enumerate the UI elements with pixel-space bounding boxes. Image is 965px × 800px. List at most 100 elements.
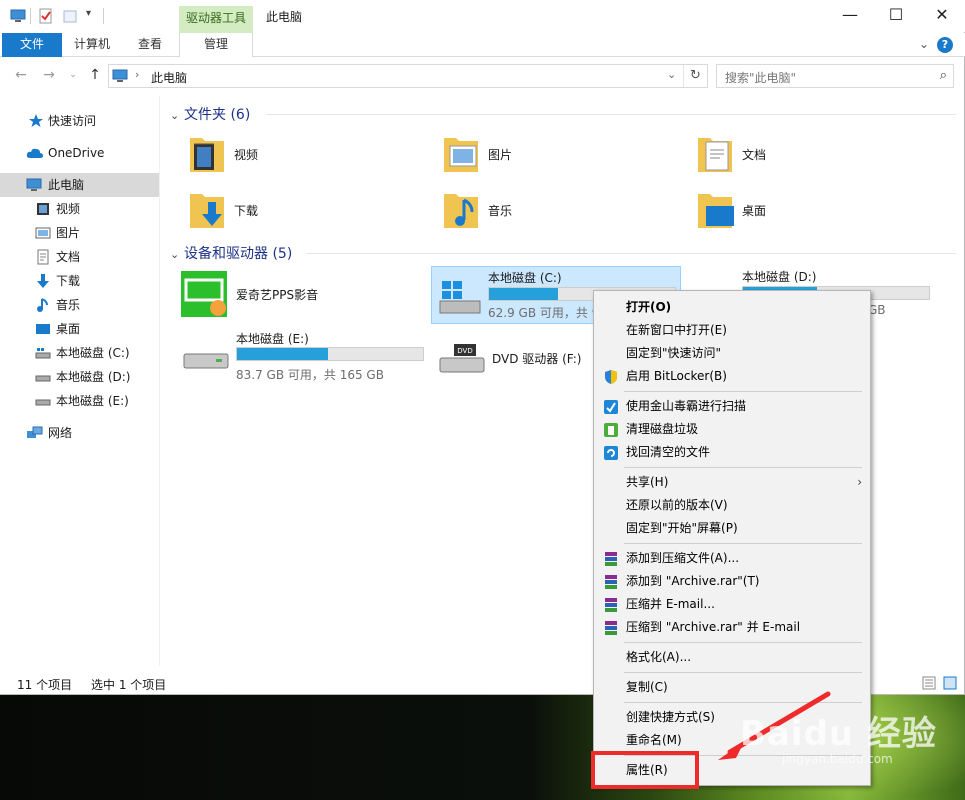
menu-item-pin-quick-access[interactable]: 固定到"快速访问" [594, 342, 870, 365]
menu-item-add-archive-rar[interactable]: 添加到 "Archive.rar"(T) [594, 570, 870, 593]
up-arrow-icon[interactable]: ↑ [84, 64, 106, 86]
tiles-view-icon[interactable] [943, 676, 957, 693]
star-icon [28, 113, 44, 129]
ribbon-tabs: 文件 计算机 查看 管理 ⌄ ? [0, 33, 965, 57]
ribbon-expand-icon[interactable]: ⌄ [919, 37, 929, 51]
drive-usage-bar [236, 347, 424, 361]
menu-item-clean-junk[interactable]: 清理磁盘垃圾 [594, 418, 870, 441]
maximize-button[interactable]: ☐ [873, 0, 919, 32]
sidebar-item-quick-access[interactable]: 快速访问 [0, 109, 159, 133]
documents-folder-icon [696, 132, 744, 180]
menu-item-compress-email[interactable]: 压缩并 E-mail... [594, 593, 870, 616]
sidebar-item-onedrive[interactable]: OneDrive [0, 141, 159, 165]
sidebar-item-drive-d[interactable]: 本地磁盘 (D:) [0, 365, 159, 389]
folders-group-header[interactable]: ⌄ 文件夹 (6) [170, 104, 250, 124]
svg-text:DVD: DVD [457, 347, 472, 355]
qat-dropdown-icon[interactable]: ▾ [86, 8, 102, 24]
winrar-icon [603, 597, 619, 613]
window-title: 此电脑 [266, 10, 303, 24]
winrar-icon [603, 574, 619, 590]
document-icon [35, 249, 51, 265]
search-icon: ⌕ [939, 68, 947, 83]
download-icon [35, 273, 51, 289]
menu-item-format[interactable]: 格式化(A)... [594, 646, 870, 669]
drive-tools-context-label: 驱动器工具 [179, 6, 253, 33]
collapse-chevron-icon[interactable]: ⌄ [170, 109, 184, 122]
recover-icon [603, 445, 619, 461]
navigation-pane: 快速访问 OneDrive 此电脑 视频 图片 文档 下载 音乐 桌面 本地磁盘… [0, 96, 160, 666]
collapse-chevron-icon[interactable]: ⌄ [170, 248, 184, 261]
sidebar-item-network[interactable]: 网络 [0, 421, 159, 445]
downloads-folder-icon [188, 188, 236, 236]
menu-item-compress-rar-email[interactable]: 压缩到 "Archive.rar" 并 E-mail [594, 616, 870, 639]
menu-item-add-archive[interactable]: 添加到压缩文件(A)... [594, 547, 870, 570]
back-arrow-icon[interactable]: ← [10, 64, 32, 86]
menu-item-share[interactable]: 共享(H) › [594, 471, 870, 494]
tab-file[interactable]: 文件 [2, 33, 62, 57]
close-button[interactable]: ✕ [919, 0, 965, 32]
menu-separator [624, 672, 862, 673]
shield-icon [603, 369, 619, 385]
dvd-drive-icon: DVD [438, 340, 486, 383]
submenu-arrow-icon: › [857, 475, 862, 489]
sidebar-item-music[interactable]: 音乐 [0, 293, 159, 317]
breadcrumb[interactable]: 此电脑 [151, 69, 187, 86]
breadcrumb-separator-icon[interactable]: › [135, 68, 139, 81]
menu-item-open-new-window[interactable]: 在新窗口中打开(E) [594, 319, 870, 342]
properties-qat-icon[interactable] [38, 8, 54, 24]
music-icon [35, 297, 51, 313]
new-folder-qat-icon[interactable] [62, 8, 78, 24]
watermark-url: jingyan.baidu.com [782, 752, 893, 766]
folder-tile-documents[interactable]: 文档 [696, 132, 896, 184]
menu-separator [624, 391, 862, 392]
menu-item-open[interactable]: 打开(O) [594, 296, 870, 319]
sidebar-item-this-pc[interactable]: 此电脑 [0, 173, 159, 197]
sidebar-item-drive-e[interactable]: 本地磁盘 (E:) [0, 389, 159, 413]
sidebar-item-downloads[interactable]: 下载 [0, 269, 159, 293]
windows-drive-icon [436, 275, 484, 322]
address-dropdown-icon[interactable]: ⌄ [667, 68, 676, 81]
menu-item-recover-files[interactable]: 找回清空的文件 [594, 441, 870, 464]
highlight-box [591, 751, 699, 789]
sidebar-item-desktop[interactable]: 桌面 [0, 317, 159, 341]
tab-manage[interactable]: 管理 [179, 33, 253, 57]
winrar-icon [603, 551, 619, 567]
sidebar-item-pictures[interactable]: 图片 [0, 221, 159, 245]
menu-item-pin-start[interactable]: 固定到"开始"屏幕(P) [594, 517, 870, 540]
sidebar-item-drive-c[interactable]: 本地磁盘 (C:) [0, 341, 159, 365]
drive-e[interactable]: 本地磁盘 (E:) 83.7 GB 可用，共 165 GB [180, 330, 430, 386]
sidebar-item-videos[interactable]: 视频 [0, 197, 159, 221]
menu-separator [624, 642, 862, 643]
group-divider [306, 253, 956, 254]
folder-tile-videos[interactable]: 视频 [188, 132, 388, 184]
forward-arrow-icon[interactable]: → [38, 64, 60, 86]
address-bar[interactable]: › 此电脑 ⌄ ↻ [108, 64, 708, 88]
menu-item-restore-versions[interactable]: 还原以前的版本(V) [594, 494, 870, 517]
menu-item-bitlocker[interactable]: 启用 BitLocker(B) [594, 365, 870, 388]
tab-view[interactable]: 查看 [122, 33, 178, 57]
folder-tile-music[interactable]: 音乐 [442, 188, 642, 240]
search-input[interactable]: 搜索"此电脑" ⌕ [716, 64, 954, 88]
group-divider [266, 114, 956, 115]
desktop-folder-icon [696, 188, 744, 236]
help-icon[interactable]: ? [937, 37, 953, 53]
video-folder-icon [188, 132, 236, 180]
refresh-icon[interactable]: ↻ [683, 65, 707, 87]
device-iqiyi[interactable]: 爱奇艺PPS影音 [180, 270, 420, 326]
recent-dropdown-icon[interactable]: ⌄ [62, 64, 84, 86]
minimize-button[interactable]: — [827, 0, 873, 32]
sidebar-item-documents[interactable]: 文档 [0, 245, 159, 269]
folder-tile-pictures[interactable]: 图片 [442, 132, 642, 184]
winrar-icon [603, 620, 619, 636]
item-count: 11 个项目 [17, 678, 73, 692]
folder-tile-downloads[interactable]: 下载 [188, 188, 388, 240]
menu-item-duba-scan[interactable]: 使用金山毒霸进行扫描 [594, 395, 870, 418]
details-view-icon[interactable] [922, 676, 936, 693]
computer-icon[interactable] [10, 8, 26, 24]
devices-group-header[interactable]: ⌄ 设备和驱动器 (5) [170, 243, 292, 263]
video-icon [35, 201, 51, 217]
drive-icon [35, 393, 51, 409]
folder-tile-desktop[interactable]: 桌面 [696, 188, 896, 240]
search-placeholder: 搜索"此电脑" [725, 71, 797, 85]
tab-computer[interactable]: 计算机 [62, 33, 122, 57]
